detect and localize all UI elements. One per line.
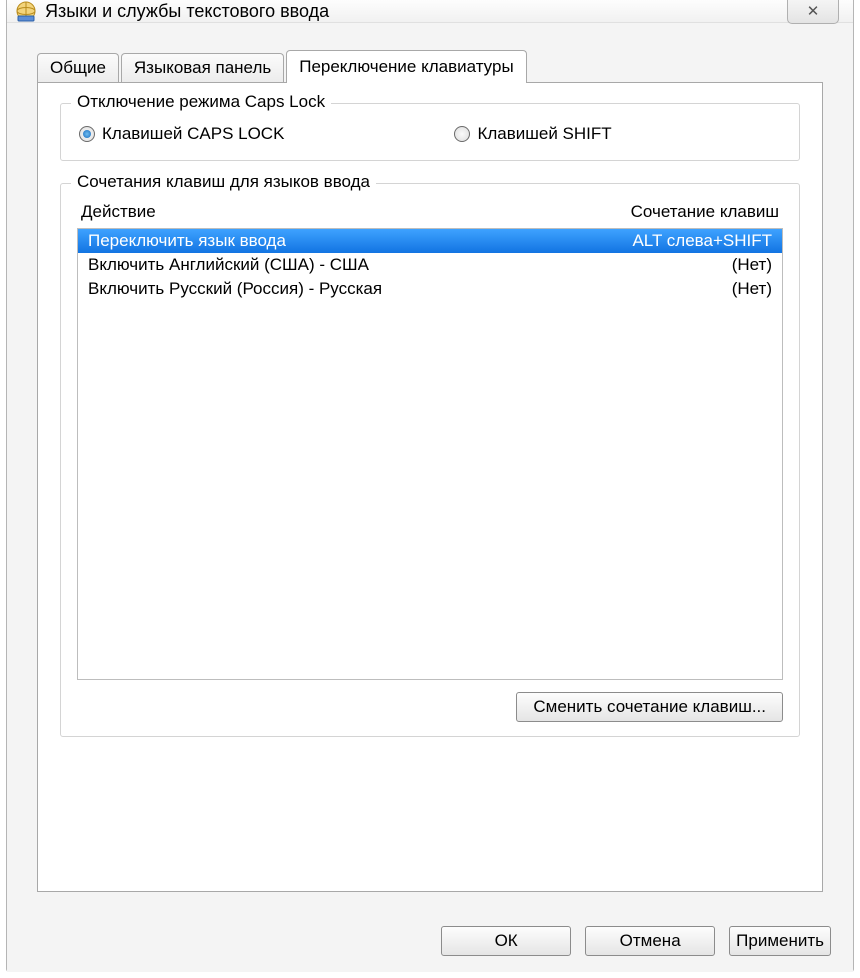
- tab-general[interactable]: Общие: [37, 53, 119, 82]
- titlebar: Языки и службы текстового ввода ✕: [7, 0, 853, 23]
- radio-icon: [454, 126, 470, 142]
- list-item[interactable]: Переключить язык ввода ALT слева+SHIFT: [78, 229, 782, 253]
- apply-button[interactable]: Применить: [729, 926, 831, 956]
- row-combo: (Нет): [732, 255, 772, 275]
- globe-icon: [15, 0, 37, 22]
- hotkeys-groupbox: Сочетания клавиш для языков ввода Действ…: [60, 183, 800, 737]
- hotkeys-header-row: Действие Сочетание клавиш: [71, 198, 789, 228]
- capslock-groupbox: Отключение режима Caps Lock Клавишей CAP…: [60, 103, 800, 161]
- dialog-footer: ОК Отмена Применить: [7, 912, 853, 972]
- tab-keyboard-switching[interactable]: Переключение клавиатуры: [286, 50, 526, 83]
- row-combo: ALT слева+SHIFT: [632, 231, 772, 251]
- hotkeys-group-title: Сочетания клавиш для языков ввода: [71, 172, 376, 192]
- list-item[interactable]: Включить Английский (США) - США (Нет): [78, 253, 782, 277]
- row-action: Переключить язык ввода: [88, 231, 286, 251]
- radio-shift-label: Клавишей SHIFT: [477, 124, 611, 144]
- change-key-sequence-button[interactable]: Сменить сочетание клавиш...: [516, 692, 783, 722]
- radio-icon: [79, 126, 95, 142]
- close-icon: ✕: [807, 2, 820, 20]
- close-button[interactable]: ✕: [787, 0, 839, 24]
- dialog-window: Языки и службы текстового ввода ✕ Общие …: [6, 0, 854, 972]
- tab-page: Отключение режима Caps Lock Клавишей CAP…: [37, 82, 823, 892]
- cancel-button[interactable]: Отмена: [585, 926, 715, 956]
- capslock-radio-row: Клавишей CAPS LOCK Клавишей SHIFT: [79, 124, 781, 144]
- radio-caps-lock[interactable]: Клавишей CAPS LOCK: [79, 124, 284, 144]
- row-action: Включить Английский (США) - США: [88, 255, 369, 275]
- list-item[interactable]: Включить Русский (Россия) - Русская (Нет…: [78, 277, 782, 301]
- row-combo: (Нет): [732, 279, 772, 299]
- window-title: Языки и службы текстового ввода: [45, 1, 329, 22]
- row-action: Включить Русский (Россия) - Русская: [88, 279, 382, 299]
- capslock-group-title: Отключение режима Caps Lock: [71, 92, 331, 112]
- tab-strip: Общие Языковая панель Переключение клави…: [37, 49, 823, 82]
- col-combo: Сочетание клавиш: [631, 202, 779, 222]
- tab-language-bar[interactable]: Языковая панель: [121, 53, 284, 82]
- col-action: Действие: [81, 202, 156, 222]
- hotkeys-listbox[interactable]: Переключить язык ввода ALT слева+SHIFT В…: [77, 228, 783, 680]
- radio-caps-label: Клавишей CAPS LOCK: [102, 124, 284, 144]
- content-area: Общие Языковая панель Переключение клави…: [7, 23, 853, 912]
- hotkeys-button-bar: Сменить сочетание клавиш...: [71, 680, 789, 722]
- ok-button[interactable]: ОК: [441, 926, 571, 956]
- radio-shift[interactable]: Клавишей SHIFT: [454, 124, 611, 144]
